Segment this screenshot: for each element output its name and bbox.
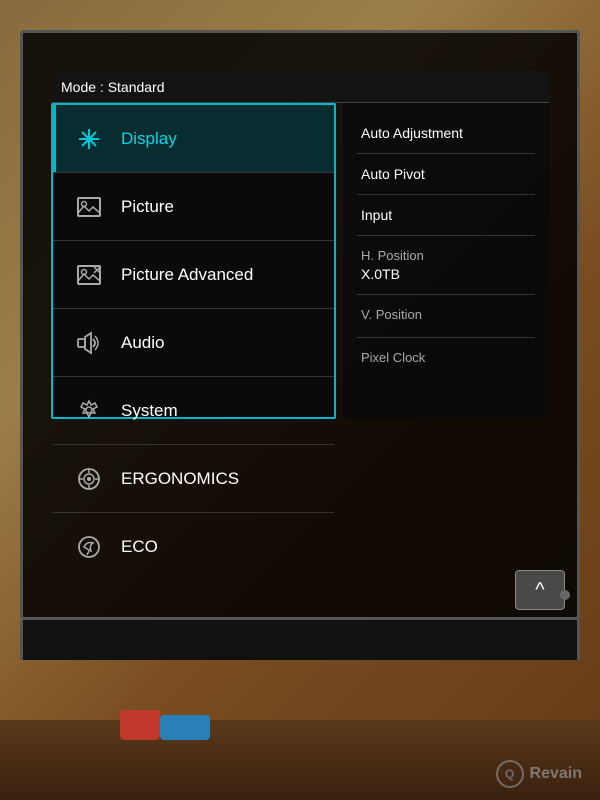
content-pixel-clock-label: Pixel Clock: [361, 350, 531, 365]
mode-label: Mode : Standard: [61, 79, 165, 95]
content-item-h-position[interactable]: H. Position X.0TB: [357, 236, 535, 295]
scroll-up-icon: ^: [535, 579, 544, 602]
content-item-auto-adjustment[interactable]: Auto Adjustment: [357, 113, 535, 154]
content-auto-adjustment-value: Auto Adjustment: [361, 125, 531, 141]
sidebar-item-picture-label: Picture: [121, 197, 174, 217]
content-input-value: Input: [361, 207, 531, 223]
tv-bottom-bezel: [20, 620, 580, 660]
floor-item-blue: [160, 715, 210, 740]
system-icon: [71, 393, 107, 429]
content-h-position-value: X.0TB: [361, 266, 531, 282]
sidebar-item-picture-advanced[interactable]: Picture Advanced: [53, 241, 334, 309]
scroll-up-button[interactable]: ^: [515, 570, 565, 610]
content-h-position-label: H. Position: [361, 248, 531, 263]
floor-item-red: [120, 710, 160, 740]
sidebar-item-audio[interactable]: Audio: [53, 309, 334, 377]
sidebar-item-system-label: System: [121, 401, 178, 421]
watermark-logo: Q: [496, 760, 524, 788]
menu-panel: Display Picture: [51, 103, 336, 419]
audio-icon: [71, 325, 107, 361]
content-item-input[interactable]: Input: [357, 195, 535, 236]
picture-advanced-icon: [71, 257, 107, 293]
content-item-auto-pivot[interactable]: Auto Pivot: [357, 154, 535, 195]
mode-bar: Mode : Standard: [51, 71, 549, 103]
sidebar-item-display[interactable]: Display: [53, 105, 334, 173]
content-panel: Auto Adjustment Auto Pivot Input H. Posi…: [343, 103, 549, 419]
sidebar-item-audio-label: Audio: [121, 333, 164, 353]
sidebar-item-display-label: Display: [121, 129, 177, 149]
content-v-position-label: V. Position: [361, 307, 531, 322]
sidebar-item-ergonomics[interactable]: ERGONOMICS: [53, 445, 334, 513]
sidebar-item-picture[interactable]: Picture: [53, 173, 334, 241]
watermark-text: Revain: [530, 765, 582, 783]
sidebar-item-system[interactable]: System: [53, 377, 334, 445]
sidebar-item-eco-label: ECO: [121, 537, 158, 557]
dot-indicator: [560, 590, 570, 600]
sidebar-item-ergonomics-label: ERGONOMICS: [121, 469, 239, 489]
content-item-v-position[interactable]: V. Position: [357, 295, 535, 338]
watermark: Q Revain: [496, 760, 582, 788]
tv-screen: Mode : Standard Display: [20, 30, 580, 620]
sidebar-item-eco[interactable]: ECO: [53, 513, 334, 581]
picture-icon: [71, 189, 107, 225]
eco-icon: [71, 529, 107, 565]
display-icon: [71, 121, 107, 157]
content-auto-pivot-value: Auto Pivot: [361, 166, 531, 182]
content-item-pixel-clock[interactable]: Pixel Clock: [357, 338, 535, 380]
sidebar-item-picture-advanced-label: Picture Advanced: [121, 265, 253, 285]
ergonomics-icon: [71, 461, 107, 497]
